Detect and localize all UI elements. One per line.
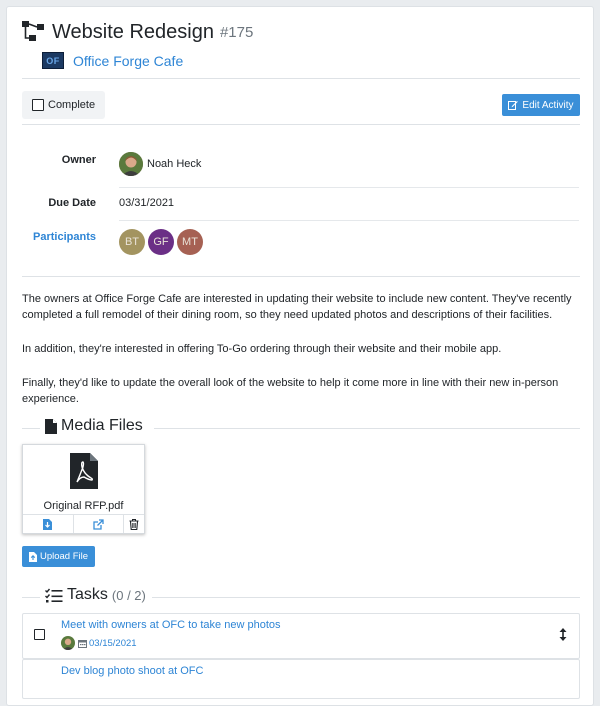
trash-icon [129, 518, 139, 530]
tasks-heading: Tasks (0 / 2) [45, 586, 146, 604]
participant-avatar[interactable]: MT [177, 229, 203, 255]
owner-value: Noah Heck [119, 152, 201, 176]
activity-card: Website Redesign #175 OF Office Forge Ca… [6, 6, 594, 706]
upload-icon [28, 551, 37, 562]
checkbox-icon [32, 99, 44, 111]
owner-name: Noah Heck [147, 158, 202, 170]
due-date-value: 03/31/2021 [119, 197, 175, 209]
media-section-header: Media Files [22, 417, 580, 437]
divider [119, 220, 579, 221]
file-actions [23, 514, 144, 533]
complete-button[interactable]: Complete [22, 91, 105, 119]
divider [22, 276, 580, 277]
description: The owners at Office Forge Cafe are inte… [22, 291, 582, 425]
avatar [119, 152, 143, 176]
company-name[interactable]: Office Forge Cafe [73, 53, 183, 69]
task-checkbox[interactable] [34, 629, 45, 640]
external-link-icon [93, 518, 104, 530]
divider [22, 124, 580, 125]
task-due-date: 03/15/2021 [89, 637, 137, 649]
drag-handle[interactable] [559, 628, 567, 644]
edit-label: Edit Activity [522, 99, 574, 111]
participant-avatar[interactable]: BT [119, 229, 145, 255]
edit-activity-button[interactable]: Edit Activity [502, 94, 580, 116]
task-title[interactable]: Dev blog photo shoot at OFC [61, 665, 203, 677]
sort-icon [559, 628, 567, 641]
delete-button[interactable] [124, 515, 144, 533]
description-paragraph: The owners at Office Forge Cafe are inte… [22, 293, 572, 321]
divider [22, 428, 40, 429]
divider [154, 428, 580, 429]
download-icon [43, 518, 53, 530]
title-row: Website Redesign #175 [22, 21, 253, 44]
download-button[interactable] [23, 515, 74, 533]
task-meta: 03/15/2021 [61, 636, 137, 650]
owner-label: Owner [61, 154, 96, 166]
pdf-icon [70, 453, 98, 492]
open-external-button[interactable] [74, 515, 124, 533]
upload-label: Upload File [39, 551, 89, 562]
file-icon [45, 418, 57, 434]
media-heading: Media Files [45, 417, 143, 435]
company-link[interactable]: OF Office Forge Cafe [42, 52, 183, 69]
due-date-label: Due Date [48, 197, 96, 209]
activity-number: #175 [219, 24, 254, 41]
task-title[interactable]: Meet with owners at OFC to take new phot… [61, 619, 281, 631]
upload-file-button[interactable]: Upload File [22, 546, 95, 567]
edit-icon [508, 101, 519, 110]
page-title: Website Redesign [52, 21, 214, 43]
divider [22, 597, 40, 598]
activity-icon [22, 21, 44, 44]
participants-list: BT GF MT [119, 229, 206, 255]
participant-avatar[interactable]: GF [148, 229, 174, 255]
task-list-icon [45, 588, 63, 602]
participants-label[interactable]: Participants [7, 231, 96, 243]
calendar-icon [78, 639, 87, 648]
divider [22, 78, 580, 79]
divider [152, 597, 580, 598]
description-paragraph: Finally, they'd like to update the overa… [22, 377, 559, 405]
avatar [61, 636, 75, 650]
divider [119, 187, 579, 188]
tasks-section-header: Tasks (0 / 2) [22, 586, 580, 606]
file-name: Original RFP.pdf [43, 500, 124, 512]
task-row[interactable]: Meet with owners at OFC to take new phot… [22, 613, 580, 659]
description-paragraph: In addition, they're interested in offer… [22, 343, 502, 355]
file-card[interactable]: Original RFP.pdf [22, 444, 145, 534]
company-logo: OF [42, 52, 64, 69]
complete-label: Complete [48, 99, 96, 111]
task-row[interactable]: Dev blog photo shoot at OFC [22, 659, 580, 699]
tasks-count: (0 / 2) [111, 587, 146, 603]
